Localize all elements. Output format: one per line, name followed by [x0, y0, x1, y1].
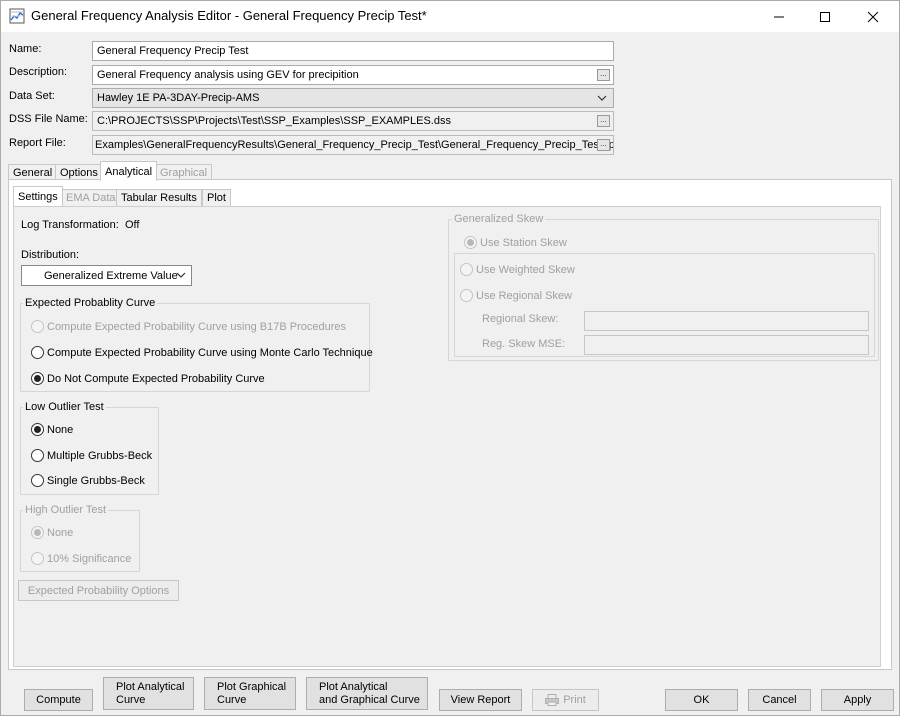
- button-line: Plot Analytical: [319, 680, 388, 693]
- sub-tab-strip: Settings EMA Data Tabular Results Plot: [13, 186, 883, 206]
- button-line: and Graphical Curve: [319, 693, 420, 706]
- apply-button[interactable]: Apply: [821, 689, 894, 711]
- tab-plot[interactable]: Plot: [202, 189, 231, 206]
- description-field[interactable]: General Frequency analysis using GEV for…: [92, 65, 614, 85]
- dss-file-value: C:\PROJECTS\SSP\Projects\Test\SSP_Exampl…: [97, 115, 451, 127]
- regional-skew-input[interactable]: [584, 311, 869, 331]
- name-label: Name:: [9, 43, 42, 55]
- dataset-select[interactable]: Hawley 1E PA-3DAY-Precip-AMS: [92, 88, 614, 108]
- radio-circle: [31, 449, 44, 462]
- report-file-label: Report File:: [9, 137, 66, 149]
- low-outlier-title: Low Outlier Test: [23, 401, 106, 413]
- radio-label: 10% Significance: [47, 552, 132, 565]
- radio-label: Compute Expected Probability Curve using…: [47, 320, 346, 333]
- compute-button[interactable]: Compute: [24, 689, 93, 711]
- plot-analytical-curve-button[interactable]: Plot Analytical Curve: [103, 677, 194, 710]
- button-line: Plot Analytical: [116, 680, 185, 693]
- radio-circle: [31, 320, 44, 333]
- radio-use-regional-skew[interactable]: Use Regional Skew: [460, 289, 572, 302]
- regional-skew-label: Regional Skew:: [482, 313, 559, 325]
- distribution-value: Generalized Extreme Value: [44, 270, 178, 282]
- plot-graphical-curve-button[interactable]: Plot Graphical Curve: [204, 677, 296, 710]
- main-tab-strip: General Options Analytical Graphical: [8, 161, 888, 181]
- log-transformation-value: Off: [125, 219, 140, 231]
- radio-circle: [31, 474, 44, 487]
- tab-ema-data[interactable]: EMA Data: [61, 189, 121, 206]
- radio-low-outlier-multiple[interactable]: Multiple Grubbs-Beck: [31, 449, 152, 462]
- radio-label: Use Station Skew: [480, 236, 567, 249]
- radio-circle: [460, 263, 473, 276]
- maximize-icon: [820, 11, 830, 22]
- radio-expected-monte-carlo[interactable]: Compute Expected Probability Curve using…: [31, 346, 373, 359]
- button-line: Curve: [217, 693, 247, 706]
- radio-use-weighted-skew[interactable]: Use Weighted Skew: [460, 263, 575, 276]
- print-button[interactable]: Print: [532, 689, 599, 711]
- close-button[interactable]: [850, 0, 896, 33]
- view-report-button[interactable]: View Report: [439, 689, 522, 711]
- radio-label: None: [47, 423, 74, 436]
- log-transformation-label: Log Transformation:: [21, 219, 119, 231]
- radio-circle: [460, 289, 473, 302]
- expected-probability-options-button[interactable]: Expected Probability Options: [18, 580, 179, 601]
- description-browse-button[interactable]: ...: [597, 69, 610, 81]
- minimize-button[interactable]: [756, 0, 802, 33]
- radio-expected-b17b[interactable]: Compute Expected Probability Curve using…: [31, 320, 346, 333]
- report-file-value: Examples\GeneralFrequencyResults\General…: [95, 139, 614, 151]
- chevron-down-icon: [597, 95, 607, 101]
- description-label: Description:: [9, 66, 68, 78]
- radio-circle: [31, 526, 44, 539]
- radio-label: None: [47, 526, 74, 539]
- distribution-label: Distribution:: [21, 249, 80, 261]
- plot-analytical-graphical-button[interactable]: Plot Analytical and Graphical Curve: [306, 677, 428, 710]
- button-line: Curve: [116, 693, 146, 706]
- tab-analytical[interactable]: Analytical: [100, 161, 158, 181]
- radio-circle: [464, 236, 477, 249]
- generalized-skew-title: Generalized Skew: [452, 213, 546, 225]
- description-value: General Frequency analysis using GEV for…: [97, 69, 359, 81]
- ok-button[interactable]: OK: [665, 689, 738, 711]
- radio-label: Compute Expected Probability Curve using…: [47, 346, 373, 359]
- radio-label: Use Weighted Skew: [476, 263, 575, 276]
- radio-circle: [31, 372, 44, 385]
- cancel-button[interactable]: Cancel: [748, 689, 811, 711]
- dss-file-field[interactable]: C:\PROJECTS\SSP\Projects\Test\SSP_Exampl…: [92, 111, 614, 131]
- maximize-button[interactable]: [802, 0, 848, 33]
- distribution-select[interactable]: Generalized Extreme Value: [21, 265, 192, 286]
- radio-low-outlier-none[interactable]: None: [31, 423, 73, 436]
- radio-circle: [31, 346, 44, 359]
- radio-expected-none[interactable]: Do Not Compute Expected Probability Curv…: [31, 372, 265, 385]
- print-label: Print: [563, 694, 586, 706]
- report-browse-button[interactable]: ...: [597, 139, 610, 151]
- app-icon: [9, 8, 25, 24]
- tab-settings[interactable]: Settings: [13, 186, 63, 206]
- radio-label: Multiple Grubbs-Beck: [47, 449, 153, 462]
- close-icon: [867, 11, 879, 22]
- radio-label: Do Not Compute Expected Probability Curv…: [47, 372, 265, 385]
- dss-browse-button[interactable]: ...: [597, 115, 610, 127]
- dataset-label: Data Set:: [9, 90, 55, 102]
- tab-tabular-results[interactable]: Tabular Results: [116, 189, 202, 206]
- reg-skew-mse-input[interactable]: [584, 335, 869, 355]
- dss-file-label: DSS File Name:: [9, 113, 88, 125]
- radio-high-outlier-none[interactable]: None: [31, 526, 73, 539]
- radio-label: Single Grubbs-Beck: [47, 474, 145, 487]
- expected-probability-title: Expected Probablity Curve: [23, 297, 158, 309]
- window-title: General Frequency Analysis Editor - Gene…: [31, 8, 427, 23]
- printer-icon: [545, 694, 560, 706]
- high-outlier-title: High Outlier Test: [23, 504, 109, 516]
- dataset-value: Hawley 1E PA-3DAY-Precip-AMS: [97, 92, 260, 104]
- minimize-icon: [774, 16, 784, 17]
- radio-circle: [31, 423, 44, 436]
- radio-low-outlier-single[interactable]: Single Grubbs-Beck: [31, 474, 145, 487]
- button-line: Plot Graphical: [217, 680, 287, 693]
- report-file-field[interactable]: Examples\GeneralFrequencyResults\General…: [92, 135, 614, 155]
- chevron-down-icon: [176, 272, 186, 278]
- reg-skew-mse-label: Reg. Skew MSE:: [482, 338, 566, 350]
- radio-label: Use Regional Skew: [476, 289, 572, 302]
- radio-high-outlier-10pct[interactable]: 10% Significance: [31, 552, 131, 565]
- radio-use-station-skew[interactable]: Use Station Skew: [464, 236, 567, 249]
- radio-circle: [31, 552, 44, 565]
- name-field[interactable]: General Frequency Precip Test: [92, 41, 614, 61]
